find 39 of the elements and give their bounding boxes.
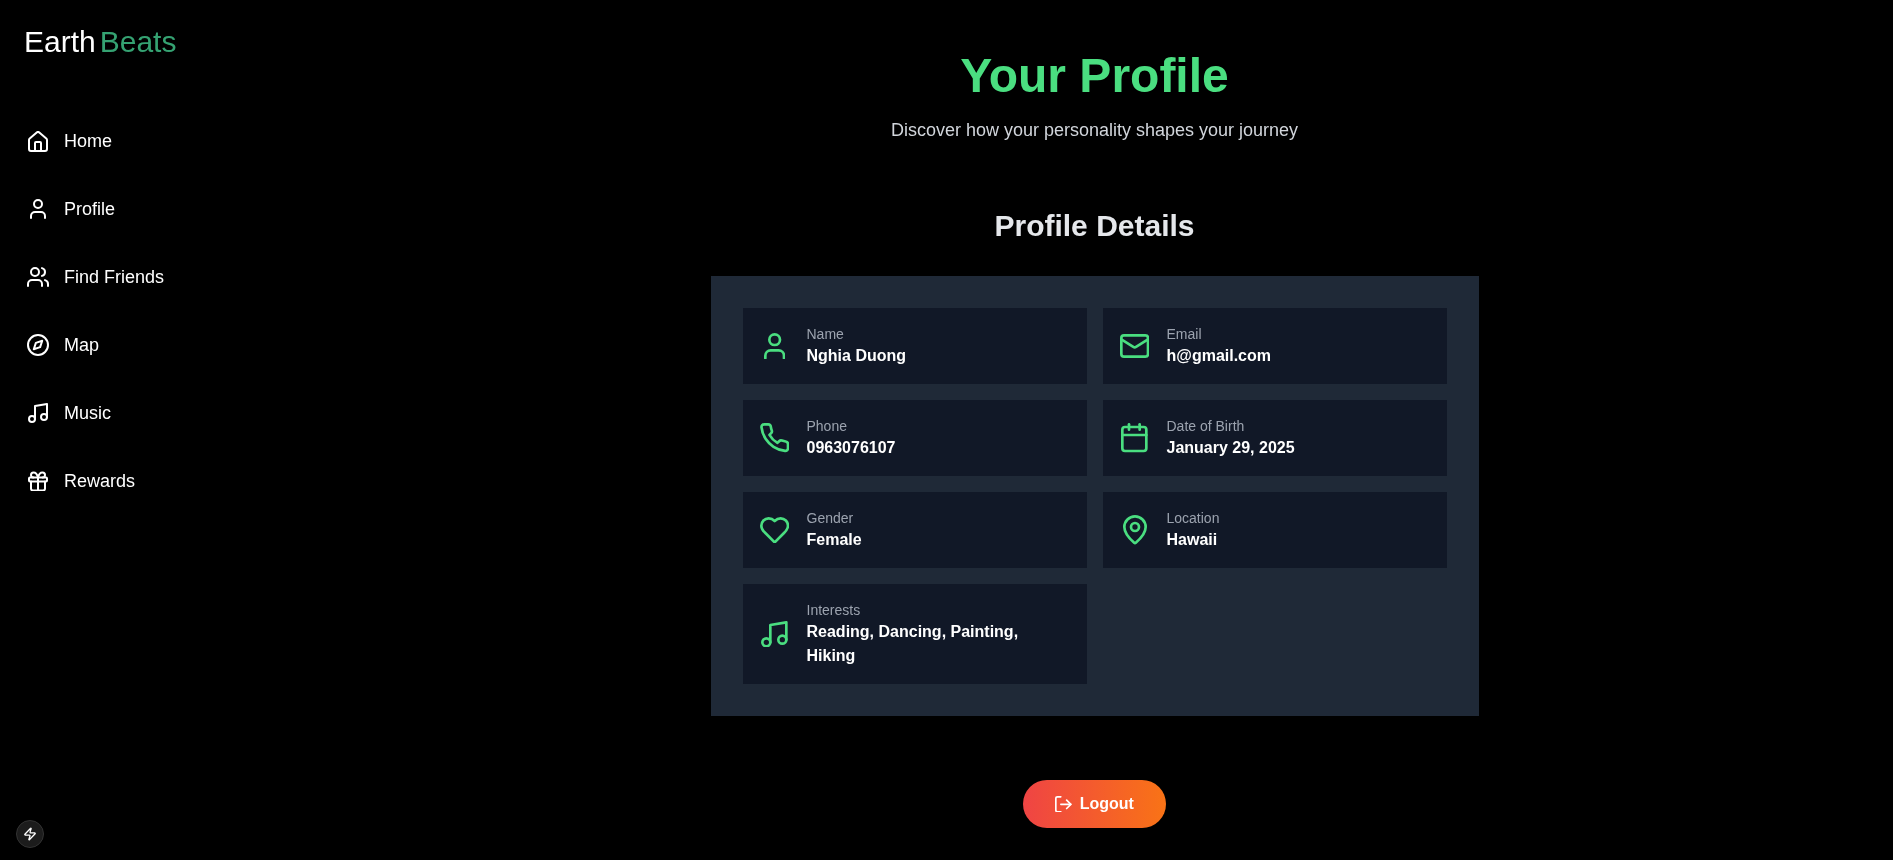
music-note-icon bbox=[28, 403, 48, 423]
section-heading: Profile Details bbox=[994, 208, 1195, 244]
field-label: Gender bbox=[806, 509, 854, 528]
field-label: Interests bbox=[806, 601, 861, 620]
field-label: Email bbox=[1166, 325, 1202, 344]
nav-link[interactable]: Music bbox=[26, 387, 111, 439]
field-label: Date of Birth bbox=[1166, 417, 1245, 436]
lightning-bolt-icon[interactable] bbox=[16, 820, 44, 848]
person-icon bbox=[30, 199, 46, 219]
heart-icon bbox=[759, 516, 790, 544]
nav-link[interactable]: Rewards bbox=[26, 455, 136, 507]
field-value: h@gmail.com bbox=[1166, 346, 1271, 366]
calendar-icon bbox=[1121, 423, 1148, 453]
field-label: Phone bbox=[806, 417, 847, 436]
two-people-icon bbox=[27, 267, 49, 287]
phone-icon bbox=[759, 423, 790, 453]
field-value: Reading, Dancing, Painting, Hiking bbox=[806, 622, 1020, 666]
music-note-icon bbox=[761, 620, 788, 648]
nav-link[interactable]: Home bbox=[26, 115, 112, 167]
nav-link[interactable]: Profile bbox=[26, 183, 116, 235]
field-label: Location bbox=[1166, 509, 1220, 528]
logout-icon bbox=[1055, 795, 1072, 813]
page-title: Your Profile bbox=[960, 52, 1229, 100]
nav-link[interactable]: Map bbox=[26, 319, 99, 371]
envelope-icon bbox=[1119, 334, 1150, 358]
field-value: January 29, 2025 bbox=[1166, 438, 1295, 458]
field-value: Hawaii bbox=[1166, 530, 1218, 550]
field-value: 0963076107 bbox=[806, 438, 896, 458]
compass-icon bbox=[27, 334, 49, 356]
person-icon bbox=[763, 332, 786, 360]
gift-icon bbox=[28, 470, 48, 492]
app-logo: Earth Beats bbox=[24, 24, 177, 60]
house-icon bbox=[28, 130, 48, 152]
field-label: Name bbox=[806, 325, 844, 344]
map-pin-icon bbox=[1122, 515, 1147, 545]
nav-link[interactable]: Find Friends bbox=[26, 251, 165, 303]
field-value: Female bbox=[806, 530, 862, 550]
page-subtitle: Discover how your personality shapes your journey bbox=[890, 119, 1299, 142]
field-value: Nghia Duong bbox=[806, 346, 907, 366]
